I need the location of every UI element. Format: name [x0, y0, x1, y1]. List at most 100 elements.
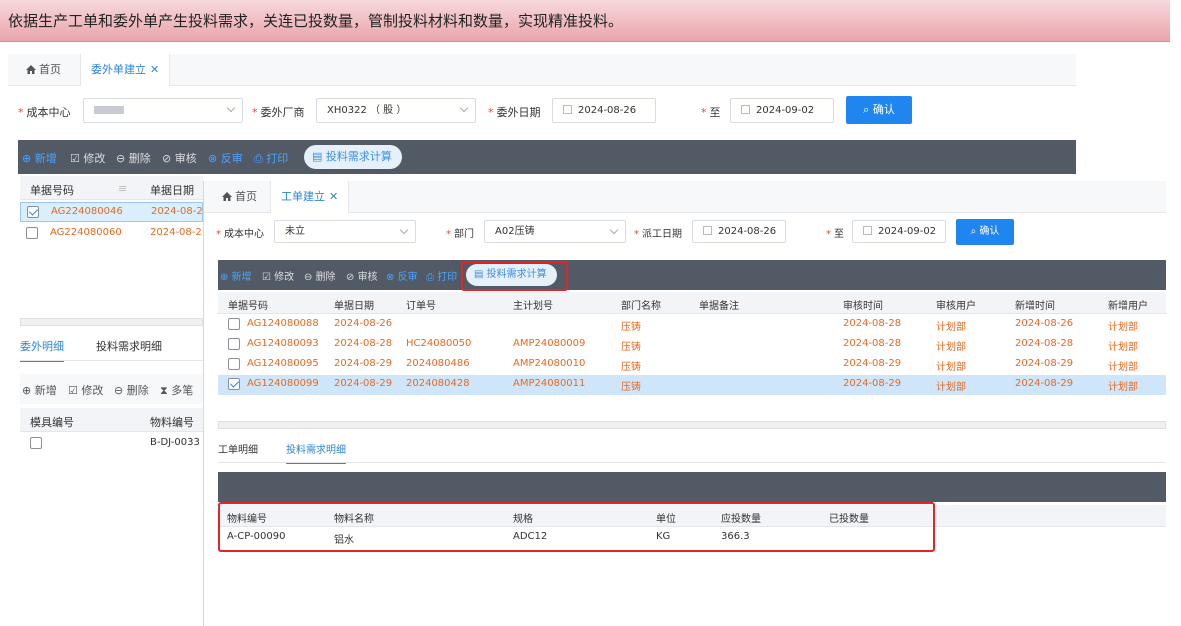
- fg-date-to[interactable]: 2024-09-02: [852, 220, 946, 243]
- work-order-window: 首页 工单建立 ✕ * 成本中心 未立 * 部门 A02压铸 * 派工日期 2024-0…: [203, 181, 1166, 626]
- row-checkbox[interactable]: [228, 318, 240, 330]
- bg-detail-multi[interactable]: ⧗ 多笔: [160, 382, 193, 398]
- fg-cost-center-select[interactable]: 未立: [274, 220, 416, 243]
- close-icon[interactable]: ✕: [150, 63, 159, 76]
- fg-add-button[interactable]: ⊕ 新增: [220, 268, 252, 283]
- calendar-icon: [563, 105, 572, 114]
- row-checkbox[interactable]: [228, 338, 240, 350]
- bg-calc-button[interactable]: ▤ 投料需求计算: [304, 145, 402, 169]
- audit-user-cell: 计划部: [936, 342, 966, 353]
- fg-dept-value: A02压铸: [495, 226, 535, 237]
- bg-vendor-select[interactable]: XH0322 （ 股 ）: [316, 98, 476, 123]
- bg-unaudit-button[interactable]: ⊗ 反审: [208, 150, 243, 166]
- plan-no-cell: AMP24080010: [513, 358, 586, 369]
- bg-add-button[interactable]: ⊕ 新增: [22, 150, 57, 166]
- fg-cost-center-label: * 成本中心: [216, 229, 264, 240]
- col-audit-time: 审核时间: [843, 301, 883, 312]
- audit-user-cell: 计划部: [936, 322, 966, 333]
- audit-time-cell: 2024-08-29: [843, 378, 902, 389]
- row-checkbox[interactable]: [30, 437, 42, 449]
- bg-cost-center-label: * 成本中心: [18, 106, 71, 119]
- fg-delete-button[interactable]: ⊖ 删除: [304, 268, 336, 283]
- fg-edit-button[interactable]: ☑ 修改: [262, 268, 294, 283]
- fg-subtab-work-order-detail[interactable]: 工单明细: [218, 441, 258, 456]
- col-order-no: 订单号: [406, 301, 436, 312]
- fg-tab-work-order[interactable]: 工单建立 ✕: [270, 181, 350, 213]
- bg-cost-center-select[interactable]: [83, 98, 243, 123]
- col-note: 单据备注: [699, 301, 739, 312]
- bg-col-doc-no: 单据号码: [30, 184, 74, 197]
- close-icon[interactable]: ✕: [329, 190, 338, 203]
- bg-detail-add[interactable]: ⊕ 新增: [22, 382, 57, 398]
- redacted-value: [94, 106, 124, 114]
- audit-time-cell: 2024-08-29: [843, 358, 902, 369]
- col-add-user: 新增用户: [1108, 301, 1148, 312]
- col-dept-name: 部门名称: [621, 301, 661, 312]
- fg-tab-home[interactable]: 首页: [212, 181, 267, 213]
- bg-subtab-feeding-detail[interactable]: 投料需求明细: [96, 338, 162, 354]
- dept-cell: 压铸: [621, 322, 641, 333]
- fg-date-from[interactable]: 2024-08-26: [692, 220, 786, 243]
- table-row[interactable]: AG124080095 2024-08-29 2024080486 AMP240…: [218, 355, 1166, 375]
- doc-no-cell: AG124080095: [247, 358, 319, 369]
- banner-text: 依据生产工单和委外单产生投料需求，关连已投数量，管制投料材料和数量，实现精准投料…: [8, 12, 624, 30]
- bg-edit-button[interactable]: ☑ 修改: [70, 150, 105, 166]
- row-checkbox[interactable]: [27, 206, 39, 218]
- fg-cost-center-value: 未立: [285, 226, 305, 237]
- doc-no-cell: AG224080046: [51, 206, 123, 217]
- divider: [218, 462, 1166, 463]
- row-checkbox[interactable]: [228, 358, 240, 370]
- fg-audit-button[interactable]: ⊘ 审核: [346, 268, 378, 283]
- bg-detail-toolbar: ⊕ 新增 ☑ 修改 ⊖ 删除 ⧗ 多笔: [20, 374, 203, 404]
- bg-detail-edit[interactable]: ☑ 修改: [68, 382, 103, 398]
- fg-dept-select[interactable]: A02压铸: [484, 220, 626, 243]
- table-row[interactable]: AG224080060 2024-08-2: [20, 224, 203, 244]
- calendar-icon: [703, 226, 712, 235]
- doc-date-cell: 2024-08-26: [334, 318, 393, 329]
- row-checkbox[interactable]: [26, 227, 38, 239]
- fg-subtab-feeding-detail[interactable]: 投料需求明细: [286, 441, 346, 464]
- fg-confirm-button[interactable]: ⌕ 确认: [956, 219, 1014, 245]
- fg-grid-scrollbar[interactable]: [218, 421, 1166, 429]
- bg-delete-button[interactable]: ⊖ 删除: [116, 150, 151, 166]
- doc-date-cell: 2024-08-2: [150, 227, 202, 238]
- table-row[interactable]: AG124080093 2024-08-28 HC24080050 AMP240…: [218, 335, 1166, 355]
- doc-date-cell: 2024-08-29: [334, 358, 393, 369]
- dept-cell: 压铸: [621, 342, 641, 353]
- col-add-time: 新增时间: [1015, 301, 1055, 312]
- bg-detail-delete[interactable]: ⊖ 删除: [114, 382, 149, 398]
- table-row[interactable]: B-DJ-0033: [20, 434, 203, 454]
- doc-date-cell: 2024-08-28: [334, 338, 393, 349]
- fg-tab-bar: 首页 工单建立 ✕: [204, 181, 1166, 213]
- plan-no-cell: AMP24080009: [513, 338, 586, 349]
- bg-grid-scrollbar[interactable]: [20, 318, 203, 326]
- bg-audit-button[interactable]: ⊘ 审核: [162, 150, 197, 166]
- bg-print-button[interactable]: ⎙ 打印: [254, 150, 288, 166]
- bg-confirm-button[interactable]: ⌕ 确认: [846, 96, 912, 124]
- menu-icon[interactable]: ≡: [118, 182, 127, 195]
- chevron-down-icon: [459, 103, 469, 113]
- divider: [20, 360, 203, 361]
- table-row[interactable]: AG124080088 2024-08-26 压铸 2024-08-28 计划部…: [218, 315, 1166, 335]
- bg-col-mold-no: 模具编号: [30, 416, 74, 429]
- material-table-highlight: [218, 502, 935, 552]
- bg-tab-outsource[interactable]: 委外单建立 ✕: [80, 54, 171, 86]
- row-checkbox[interactable]: [228, 378, 240, 390]
- audit-user-cell: 计划部: [936, 362, 966, 373]
- bg-tab-home[interactable]: 首页: [16, 54, 71, 86]
- bg-to-label: * 至: [701, 106, 721, 119]
- fg-date-label: * 派工日期: [634, 229, 682, 240]
- fg-unaudit-button[interactable]: ⊗ 反审: [386, 268, 418, 283]
- bg-date-from[interactable]: 2024-08-26: [552, 98, 656, 123]
- bg-tab-outsource-label: 委外单建立: [91, 63, 146, 76]
- table-row-selected[interactable]: AG124080099 2024-08-29 2024080428 AMP240…: [218, 375, 1166, 395]
- add-time-cell: 2024-08-26: [1015, 318, 1074, 329]
- table-row[interactable]: AG224080046 2024-08-2: [20, 202, 203, 222]
- bg-subtab-outsource-detail[interactable]: 委外明细: [20, 338, 64, 362]
- fg-to-label: * 至: [826, 229, 844, 240]
- doc-date-cell: 2024-08-29: [334, 378, 393, 389]
- bg-date-to[interactable]: 2024-09-02: [730, 98, 834, 123]
- fg-print-button[interactable]: ⎙ 打印: [426, 268, 457, 283]
- audit-time-cell: 2024-08-28: [843, 338, 902, 349]
- add-user-cell: 计划部: [1108, 382, 1138, 393]
